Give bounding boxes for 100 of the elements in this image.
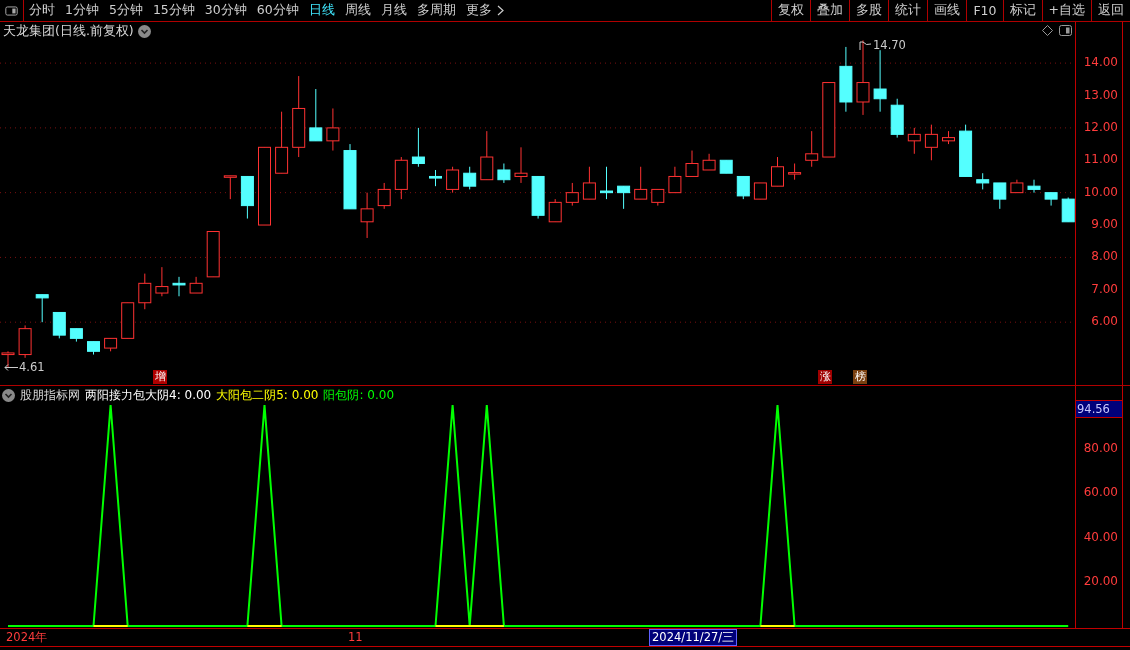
candle	[805, 130, 819, 168]
candle	[788, 163, 802, 181]
candle	[138, 273, 152, 310]
candle	[1027, 179, 1041, 194]
arrow-left-icon	[4, 363, 18, 371]
toolbar-button[interactable]: 统计	[888, 0, 928, 21]
legend-value: 两阳接力包大阴4: 0.00	[85, 387, 212, 404]
event-marker[interactable]: 涨	[818, 370, 832, 384]
candle	[1061, 197, 1075, 223]
period-tab[interactable]: 更多	[460, 0, 509, 21]
toolbar-button[interactable]: 多股	[849, 0, 889, 21]
indicator-name: 股朋指标网	[20, 387, 80, 404]
candle	[343, 143, 357, 210]
period-tab[interactable]: 周线	[339, 0, 376, 21]
candle	[377, 182, 391, 210]
chevron-right-icon	[496, 5, 504, 16]
toolbar-button[interactable]: 标记	[1002, 0, 1042, 21]
period-tab[interactable]: 30分钟	[199, 0, 252, 21]
candle	[531, 175, 545, 220]
flag-icon	[859, 40, 872, 50]
candle	[104, 337, 118, 352]
price-tick-label: 8.00	[1091, 249, 1118, 264]
price-tick-label: 6.00	[1091, 314, 1118, 329]
dropdown-icon[interactable]	[2, 389, 15, 402]
candle	[240, 175, 254, 220]
legend-value: 阳包阴: 0.00	[323, 387, 394, 404]
candle	[600, 166, 613, 200]
candle	[719, 159, 733, 174]
candle	[1044, 192, 1058, 207]
candle	[702, 153, 716, 171]
cursor-value-label: 94.56	[1076, 400, 1122, 418]
price-tick-label: 14.00	[1083, 55, 1118, 70]
candle	[189, 276, 203, 294]
candle	[771, 156, 784, 187]
candle	[565, 182, 579, 207]
candle	[121, 302, 135, 339]
period-tab[interactable]: 5分钟	[103, 0, 148, 21]
candle	[993, 182, 1007, 210]
candle	[685, 150, 699, 177]
candle	[35, 294, 49, 323]
toolbar-button[interactable]: 返回	[1091, 0, 1130, 21]
period-tab[interactable]: 60分钟	[251, 0, 304, 21]
candle	[155, 266, 169, 297]
date-axis-label: 2024/11/27/三	[650, 630, 737, 645]
diamond-icon[interactable]	[1042, 25, 1053, 36]
toolbar-button[interactable]: 画线	[927, 0, 967, 21]
event-marker[interactable]: 增	[153, 370, 167, 384]
candle	[206, 231, 220, 278]
candle	[668, 166, 682, 194]
candle	[326, 107, 340, 152]
price-tick-label: 13.00	[1083, 87, 1118, 102]
price-tick-label: 9.00	[1091, 217, 1118, 232]
candle	[52, 311, 66, 339]
candle	[890, 98, 904, 139]
candle	[753, 182, 767, 200]
price-tick-label: 10.00	[1083, 184, 1118, 199]
candle	[548, 198, 562, 223]
toolbar-button[interactable]: +自选	[1041, 0, 1091, 21]
period-tab[interactable]: 日线	[303, 0, 340, 21]
low-price-label: 4.61	[19, 360, 45, 374]
period-tab[interactable]: 多周期	[411, 0, 461, 21]
candle	[634, 166, 648, 200]
candle	[514, 146, 528, 184]
candle	[463, 166, 477, 190]
event-marker[interactable]: 榜	[853, 370, 867, 384]
period-tab[interactable]: 1分钟	[60, 0, 104, 21]
date-axis-label: 2024年	[6, 630, 48, 645]
candle	[360, 192, 374, 239]
candle	[429, 169, 442, 187]
chart-title: 天龙集团(日线.前复权)	[3, 23, 134, 40]
candle	[907, 127, 921, 155]
candle	[172, 276, 186, 297]
period-tab[interactable]: 分时	[24, 0, 60, 21]
candle	[651, 188, 665, 207]
candle	[736, 175, 750, 200]
dropdown-icon[interactable]	[137, 25, 151, 38]
toolbar-button[interactable]: F10	[966, 0, 1003, 21]
toolbar-button[interactable]: 复权	[771, 0, 811, 21]
candle	[18, 324, 32, 359]
candle	[582, 166, 596, 200]
legend-value: 大阳包二阴5: 0.00	[216, 387, 319, 404]
candle	[942, 130, 955, 145]
period-tab[interactable]: 15分钟	[147, 0, 200, 21]
candle	[87, 341, 100, 356]
candle	[959, 124, 973, 177]
candle	[309, 88, 323, 142]
period-tab[interactable]: 月线	[375, 0, 412, 21]
high-price-label: 14.70	[873, 38, 906, 52]
candle	[839, 46, 853, 113]
toolbar-button[interactable]: 叠加	[810, 0, 850, 21]
value-tick-label: 20.00	[1083, 573, 1118, 588]
price-tick-label: 7.00	[1091, 281, 1118, 296]
panel-toggle-icon[interactable]	[1059, 25, 1072, 36]
candle	[873, 49, 887, 113]
candle	[497, 163, 511, 184]
candle	[275, 111, 289, 174]
price-tick-label: 11.00	[1083, 152, 1118, 167]
value-tick-label: 80.00	[1083, 441, 1118, 456]
candle	[480, 130, 494, 181]
date-axis-label: 11	[348, 630, 363, 644]
